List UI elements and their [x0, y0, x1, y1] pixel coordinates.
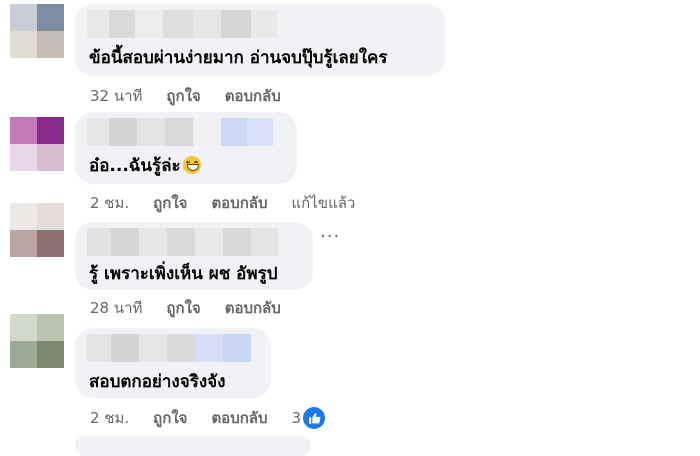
avatar[interactable] — [10, 203, 64, 257]
comment-bubble: ข้อนี้สอบผ่านง่ายมาก อ่านจบปุ๊บรู้เลยใคร — [75, 4, 445, 76]
grinning-face-icon — [182, 156, 201, 174]
like-button[interactable]: ถูกใจ — [166, 84, 200, 108]
comment-text: รู้ เพราะเพิ่งเห็น ผช อัพรูป — [89, 264, 278, 284]
thumbs-up-icon — [303, 407, 326, 429]
comment-bubble: สอบตกอย่างจริงจัง — [75, 328, 271, 398]
more-dots-icon[interactable]: ··· — [320, 226, 340, 247]
comment-text: สอบตกอย่างจริงจัง — [89, 372, 226, 392]
like-button[interactable]: ถูกใจ — [166, 296, 200, 320]
comment-bubble: รู้ เพราะเพิ่งเห็น ผช อัพรูป — [75, 222, 313, 290]
author-name-blurred[interactable] — [87, 334, 251, 362]
avatar[interactable] — [10, 314, 64, 368]
comment-actions: 2 ชม. ถูกใจ ตอบกลับ แก้ไขแล้ว — [90, 191, 379, 215]
comment-actions: 28 นาที ถูกใจ ตอบกลับ — [90, 296, 305, 320]
reply-button[interactable]: ตอบกลับ — [211, 406, 267, 430]
author-name-blurred[interactable] — [87, 10, 277, 38]
comment-actions: 2 ชม. ถูกใจ ตอบกลับ 3 — [90, 406, 326, 430]
author-name-blurred[interactable] — [87, 228, 279, 256]
comment-bubble: อ๋อ...ฉันรู้ล่ะ — [75, 112, 297, 184]
edited-label[interactable]: แก้ไขแล้ว — [292, 191, 356, 215]
reaction-count-number: 3 — [291, 409, 302, 427]
comment-text: อ๋อ...ฉันรู้ล่ะ — [89, 152, 201, 179]
avatar[interactable] — [10, 4, 64, 58]
comment-text: ข้อนี้สอบผ่านง่ายมาก อ่านจบปุ๊บรู้เลยใคร — [89, 48, 388, 68]
like-button[interactable]: ถูกใจ — [153, 406, 187, 430]
timestamp[interactable]: 28 นาที — [90, 296, 142, 320]
reply-button[interactable]: ตอบกลับ — [225, 296, 281, 320]
like-button[interactable]: ถูกใจ — [153, 191, 187, 215]
comment-actions: 32 นาที ถูกใจ ตอบกลับ — [90, 84, 305, 108]
reply-button[interactable]: ตอบกลับ — [225, 84, 281, 108]
author-name-blurred[interactable] — [87, 118, 273, 146]
reply-button[interactable]: ตอบกลับ — [211, 191, 267, 215]
comment-bubble-partial — [75, 436, 311, 456]
avatar[interactable] — [10, 117, 64, 171]
timestamp[interactable]: 32 นาที — [90, 84, 142, 108]
reaction-count[interactable]: 3 — [292, 407, 326, 429]
comment-text-content: อ๋อ...ฉันรู้ล่ะ — [89, 156, 181, 176]
timestamp[interactable]: 2 ชม. — [90, 191, 129, 215]
timestamp[interactable]: 2 ชม. — [90, 406, 129, 430]
